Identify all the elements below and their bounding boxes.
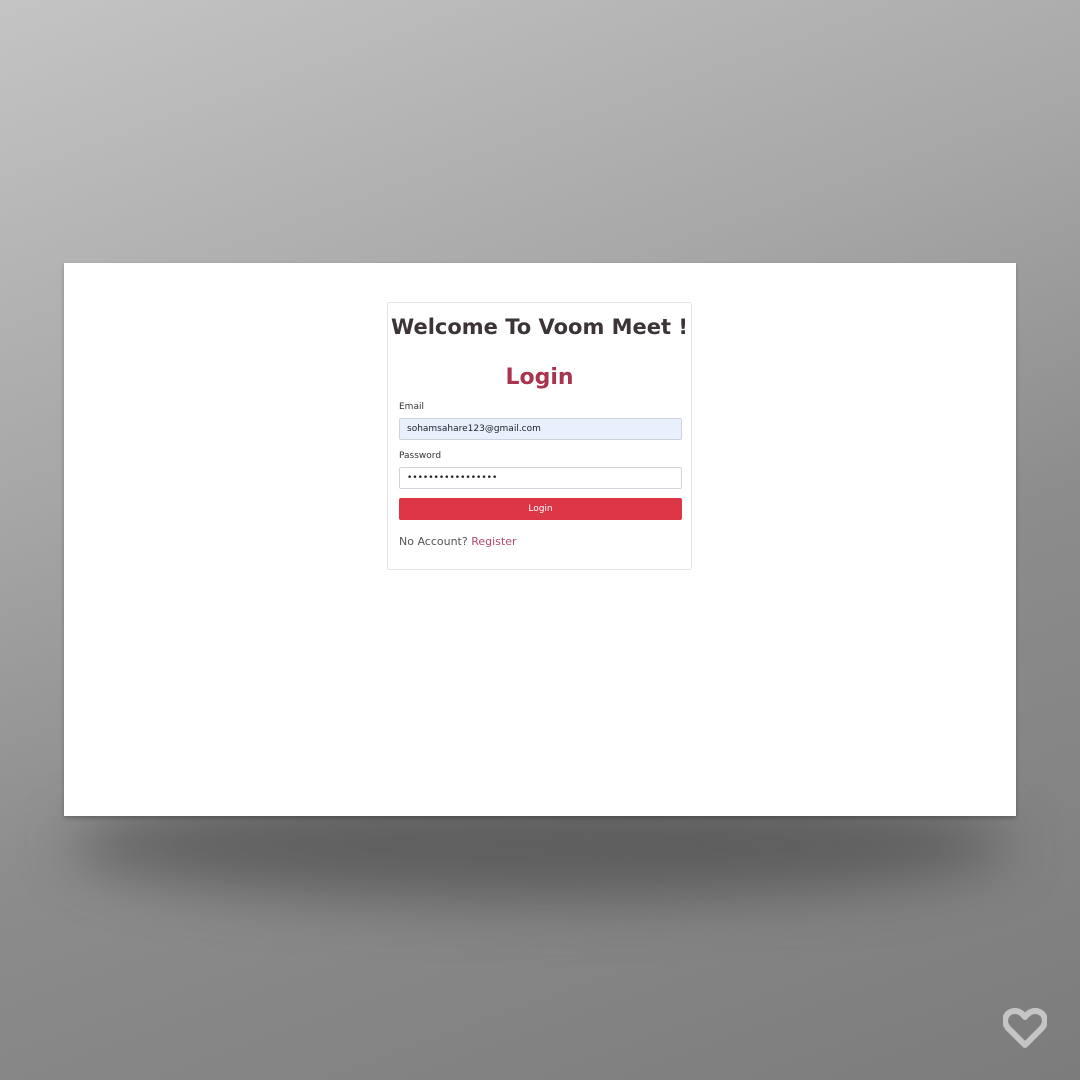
login-button[interactable]: Login [399,498,682,520]
page-title: Welcome To Voom Meet ! [391,315,688,339]
no-account-text: No Account? [399,535,468,548]
heart-icon [1002,1008,1048,1048]
password-label: Password [399,451,442,461]
login-heading: Login [505,365,574,390]
register-prompt: No Account? Register [399,535,517,548]
browser-page: Welcome To Voom Meet ! Login Email Passw… [64,263,1016,816]
password-field[interactable] [399,467,682,489]
register-link[interactable]: Register [471,535,516,548]
email-field[interactable] [399,418,682,440]
login-card: Welcome To Voom Meet ! Login Email Passw… [387,302,692,570]
email-label: Email [399,402,424,412]
